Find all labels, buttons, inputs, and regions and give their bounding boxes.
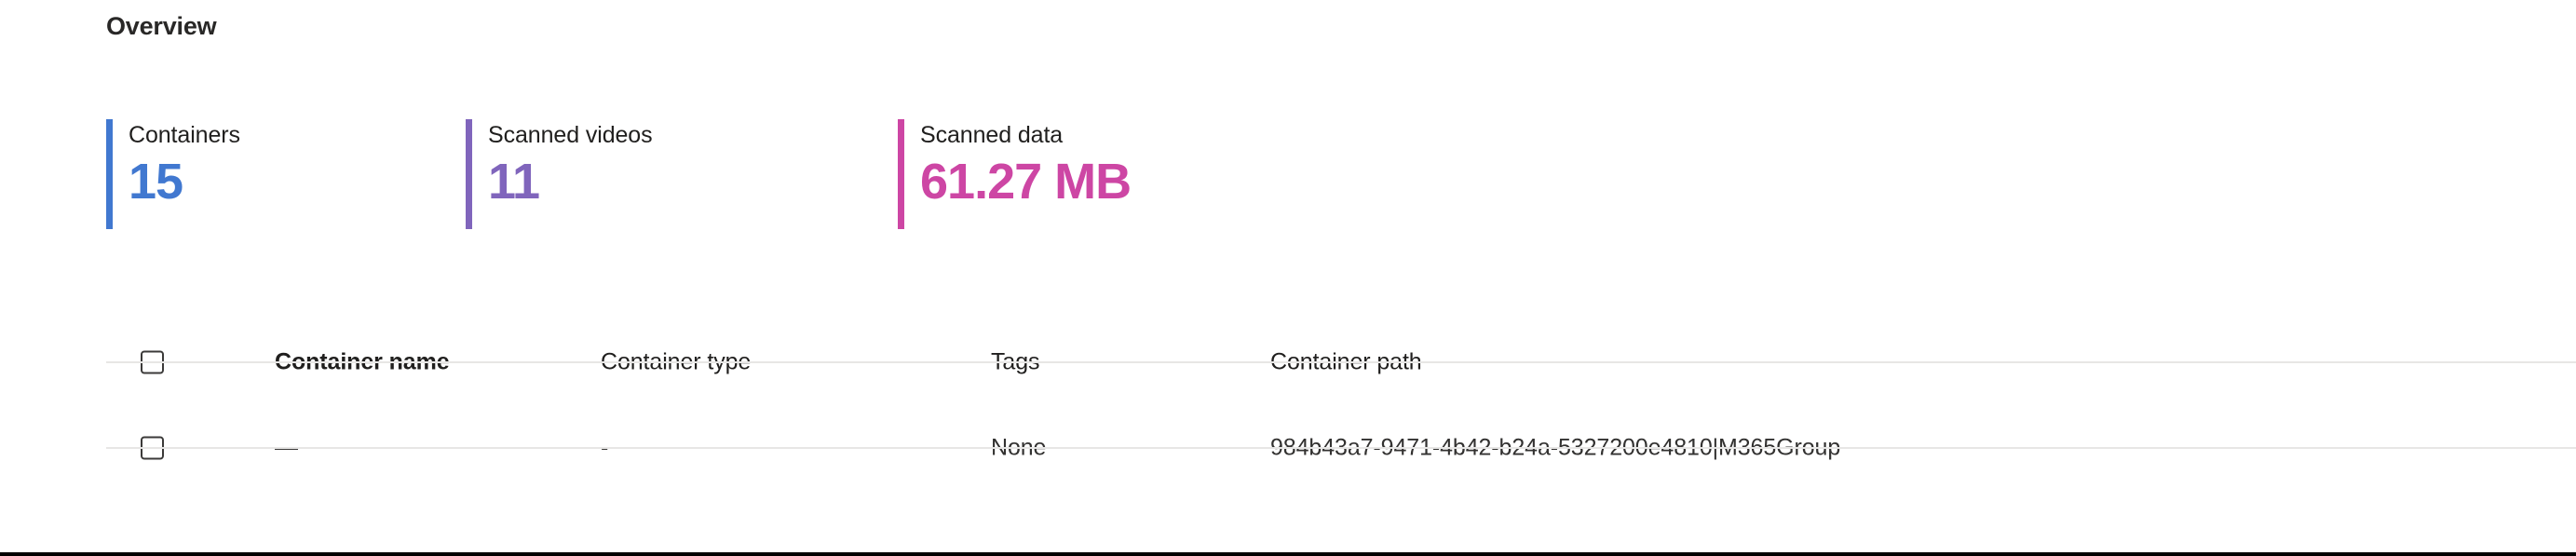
metric-value-scanned-data: 61.27 MB: [920, 154, 1132, 210]
window-bottom-border: [0, 552, 2576, 556]
metric-accent-bar-scanned-data: [898, 119, 904, 229]
metric-value-containers: 15: [129, 154, 183, 210]
metric-text-scanned-data: Scanned data 61.27 MB: [904, 119, 1132, 229]
header-divider: [106, 360, 2576, 363]
table-header-row: Container name Container type Tags Conta…: [0, 317, 2576, 407]
metric-label-scanned-data: Scanned data: [920, 122, 1064, 148]
table-row[interactable]: — - None 984b43a7-9471-4b42-b24a-5327200…: [0, 407, 2576, 489]
metric-text-scanned-videos: Scanned videos 11: [472, 119, 653, 229]
metric-tiles: Containers 15 Scanned videos 11 Scanned …: [106, 119, 1132, 229]
containers-table: Container name Container type Tags Conta…: [0, 317, 2576, 489]
page-title: Overview: [106, 12, 217, 40]
metric-tile-containers: Containers 15: [106, 119, 466, 229]
metric-text-containers: Containers 15: [113, 119, 240, 229]
row-divider: [106, 447, 2576, 449]
metric-accent-bar-scanned-videos: [466, 119, 472, 229]
metric-tile-scanned-data: Scanned data 61.27 MB: [898, 119, 1132, 229]
metric-tile-scanned-videos: Scanned videos 11: [466, 119, 898, 229]
metric-label-containers: Containers: [129, 122, 240, 148]
metric-label-scanned-videos: Scanned videos: [488, 122, 653, 148]
metric-value-scanned-videos: 11: [488, 154, 540, 210]
overview-page: Overview Containers 15 Scanned videos 11…: [0, 0, 2576, 556]
metric-accent-bar-containers: [106, 119, 113, 229]
